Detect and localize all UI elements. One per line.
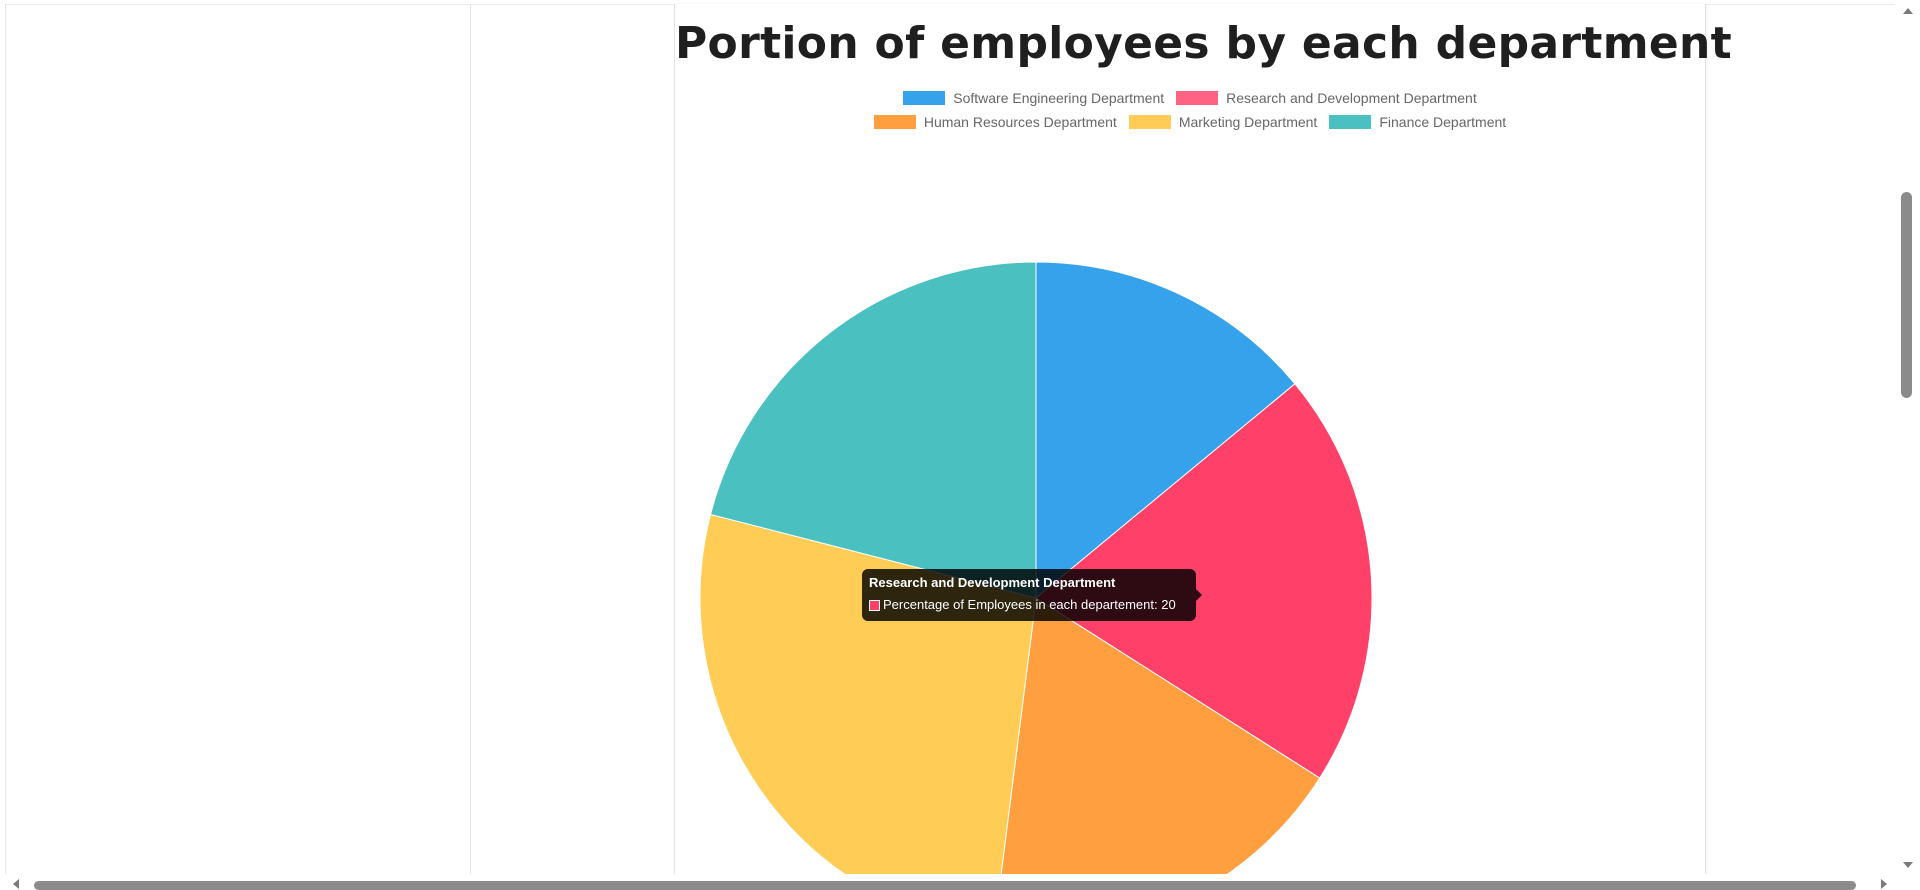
tooltip-body: Percentage of Employees in each departem… <box>869 596 1189 614</box>
scroll-up-arrow-icon[interactable] <box>1903 8 1913 14</box>
pie-chart <box>699 261 1373 874</box>
horizontal-scroll-thumb[interactable] <box>34 881 1856 890</box>
page-column-divider <box>470 4 471 874</box>
frame-left-border <box>5 4 6 874</box>
tooltip-title: Research and Development Department <box>869 575 1116 590</box>
tooltip-color-swatch <box>869 599 880 611</box>
scroll-down-arrow-icon[interactable] <box>1903 862 1913 868</box>
tooltip-label: Percentage of Employees in each departem… <box>883 597 1176 612</box>
scroll-right-arrow-icon[interactable] <box>1881 879 1887 889</box>
scroll-left-arrow-icon[interactable] <box>13 879 19 889</box>
vertical-scrollbar[interactable] <box>1897 4 1920 874</box>
vertical-scroll-thumb[interactable] <box>1901 192 1912 398</box>
chart-tooltip: Research and Development Department Perc… <box>862 569 1202 621</box>
browser-viewport: Portion of employees by each department … <box>0 0 1920 890</box>
horizontal-scrollbar[interactable] <box>5 874 1897 890</box>
